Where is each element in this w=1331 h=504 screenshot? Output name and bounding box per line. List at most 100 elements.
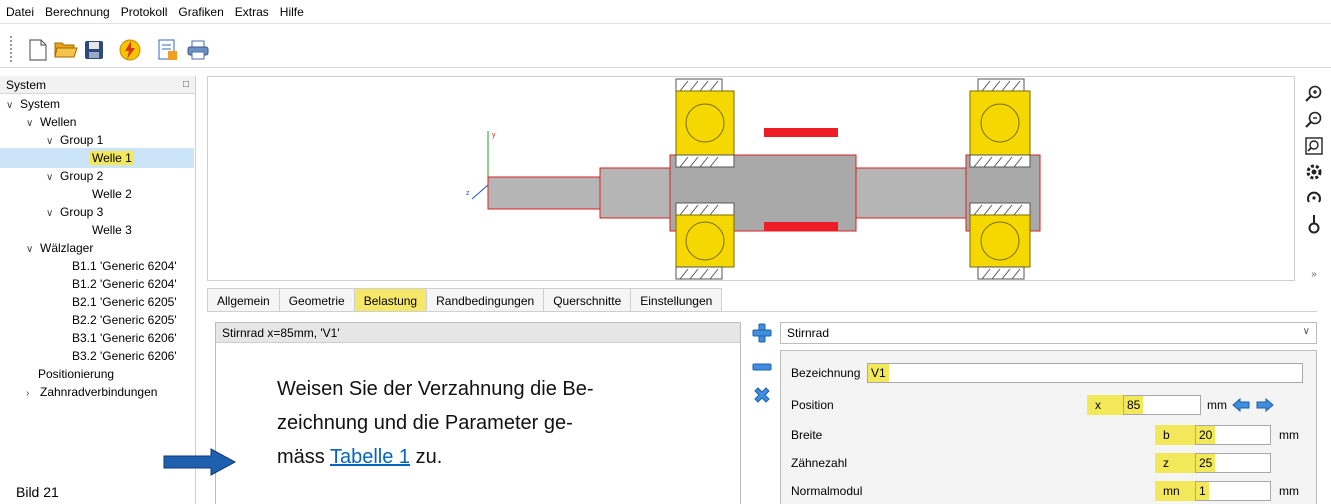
pointer-arrow-icon [163, 447, 237, 480]
tab-einstellungen[interactable]: Einstellungen [630, 288, 723, 312]
shaft-graphic-view[interactable]: y x z [207, 76, 1295, 281]
row-normalmodul: Normalmodul mn 1 mm [781, 479, 1316, 503]
tree-item-welle2[interactable]: Welle 2 [92, 186, 132, 202]
tree-item-group1[interactable]: ∨ Group 1 [46, 132, 103, 148]
menu-bar: Datei Berechnung Protokoll Grafiken Extr… [0, 0, 1331, 24]
tree-item-bearing[interactable]: B2.1 'Generic 6205' [72, 294, 177, 310]
chevron-down-icon[interactable]: ∨ [1303, 326, 1310, 337]
force-icon[interactable] [1304, 214, 1324, 234]
settings-gear-icon[interactable] [1304, 162, 1324, 182]
arrow-left-icon[interactable] [1231, 396, 1251, 414]
tab-bar: Allgemein Geometrie Belastung Randbeding… [207, 288, 723, 312]
tree-item-bearing[interactable]: B3.1 'Generic 6206' [72, 330, 177, 346]
label-breite: Breite [791, 428, 823, 442]
tree-item-system[interactable]: ∨ System [6, 96, 60, 112]
figure-caption: Bild 21 [16, 484, 59, 500]
bezeichnung-input[interactable]: V1 [867, 363, 1303, 383]
menu-datei[interactable]: Datei [6, 5, 34, 19]
tab-allgemein[interactable]: Allgemein [207, 288, 280, 312]
toolbar [0, 24, 1331, 68]
tree-item-bearing[interactable]: B1.1 'Generic 6204' [72, 258, 177, 274]
tree-item-bearing[interactable]: B1.2 'Generic 6204' [72, 276, 177, 292]
instruction-line-2: zeichnung und die Parameter ge- [277, 412, 573, 434]
tab-divider [207, 311, 1317, 312]
load-type-select[interactable]: Stirnrad ∨ [780, 322, 1317, 344]
tree-item-bearing[interactable]: B2.2 'Generic 6205' [72, 312, 177, 328]
system-panel-title: System [6, 77, 47, 92]
position-input[interactable]: 85 [1123, 395, 1201, 415]
instruction-line-3: mäss Tabelle 1 zu. [277, 446, 443, 468]
chevron-down-icon[interactable]: ∨ [46, 206, 60, 222]
symbol-x: x [1087, 395, 1123, 415]
label-bezeichnung: Bezeichnung [791, 366, 861, 380]
new-document-icon[interactable] [26, 38, 50, 62]
symbol-b: b [1155, 425, 1195, 445]
toolbar-grip[interactable] [10, 36, 14, 62]
tree-item-wellen[interactable]: ∨ Wellen [26, 114, 76, 130]
undock-icon[interactable]: □ [183, 79, 189, 90]
shaft [487, 154, 1041, 232]
zoom-fit-icon[interactable] [1304, 136, 1324, 156]
tree-item-welle1[interactable]: Welle 1 [90, 150, 134, 166]
label-zaehnezahl: Zähnezahl [791, 456, 848, 470]
delete-all-loads-button[interactable] [751, 384, 773, 406]
row-position: Position x 85 mm [781, 393, 1316, 417]
arrow-right-icon[interactable] [1255, 396, 1275, 414]
tab-randbedingungen[interactable]: Randbedingungen [426, 288, 545, 312]
chevron-down-icon[interactable]: ∨ [46, 170, 60, 186]
chevron-down-icon[interactable]: ∨ [26, 242, 40, 258]
label-position: Position [791, 398, 834, 412]
report-icon[interactable] [156, 38, 180, 62]
chevron-down-icon[interactable]: ∨ [26, 116, 40, 132]
view-toolbar: » [1296, 76, 1331, 286]
zaehnezahl-input[interactable]: 25 [1195, 453, 1271, 473]
tree-item-zahnradverbindungen[interactable]: › Zahnradverbindungen [26, 384, 157, 400]
instruction-line-1: Weisen Sie der Verzahnung die Be- [277, 378, 594, 400]
table-link[interactable]: Tabelle 1 [330, 446, 410, 468]
chevron-down-icon[interactable]: ∨ [6, 98, 20, 114]
print-icon[interactable] [186, 38, 210, 62]
tab-geometrie[interactable]: Geometrie [278, 288, 355, 312]
load-type-value: Stirnrad [787, 326, 830, 340]
open-folder-icon[interactable] [54, 38, 78, 62]
unit-position: mm [1207, 398, 1227, 412]
zoom-in-icon[interactable] [1304, 84, 1324, 104]
calculate-lightning-icon[interactable] [118, 38, 142, 62]
row-zaehnezahl: Zähnezahl z 25 [781, 451, 1316, 475]
expand-more-icon[interactable]: » [1304, 264, 1324, 284]
instruction-text: Weisen Sie der Verzahnung die Be- zeichn… [277, 372, 757, 474]
tree-item-group2[interactable]: ∨ Group 2 [46, 168, 103, 184]
tree-item-waelzlager[interactable]: ∨ Wälzlager [26, 240, 93, 256]
tab-belastung[interactable]: Belastung [353, 288, 428, 312]
tree-item-positionierung[interactable]: Positionierung [38, 366, 114, 382]
symbol-mn: mn [1155, 481, 1195, 501]
row-bezeichnung: Bezeichnung V1 [781, 361, 1316, 385]
label-normalmodul: Normalmodul [791, 484, 863, 498]
menu-berechnung[interactable]: Berechnung [45, 5, 110, 19]
normalmodul-input[interactable]: 1 [1195, 481, 1271, 501]
save-icon[interactable] [82, 38, 106, 62]
symbol-z: z [1155, 453, 1195, 473]
tree-item-welle3[interactable]: Welle 3 [92, 222, 132, 238]
tree-item-bearing[interactable]: B3.2 'Generic 6206' [72, 348, 177, 364]
shaft-drawing: y x z [466, 78, 1041, 280]
load-list-item[interactable]: Stirnrad x=85mm, 'V1' [216, 323, 740, 343]
system-panel: System □ ∨ System ∨ Wellen ∨ Group 1 Welle … [0, 76, 196, 504]
menu-grafiken[interactable]: Grafiken [178, 5, 223, 19]
tree-item-group3[interactable]: ∨ Group 3 [46, 204, 103, 220]
system-panel-header: System □ [0, 76, 195, 94]
zoom-out-icon[interactable] [1304, 110, 1324, 130]
remove-load-button[interactable] [751, 356, 773, 378]
unit-normalmodul: mm [1279, 484, 1299, 498]
add-load-button[interactable] [751, 322, 773, 344]
menu-extras[interactable]: Extras [235, 5, 269, 19]
tab-querschnitte[interactable]: Querschnitte [543, 288, 632, 312]
menu-hilfe[interactable]: Hilfe [280, 5, 304, 19]
menu-protokoll[interactable]: Protokoll [121, 5, 168, 19]
row-breite: Breite b 20 mm [781, 423, 1316, 447]
unit-breite: mm [1279, 428, 1299, 442]
chevron-right-icon[interactable]: › [26, 386, 40, 402]
breite-input[interactable]: 20 [1195, 425, 1271, 445]
gear-properties-panel: Bezeichnung V1 Position x 85 mm Breite b… [780, 350, 1317, 504]
rotate-icon[interactable] [1304, 188, 1324, 208]
